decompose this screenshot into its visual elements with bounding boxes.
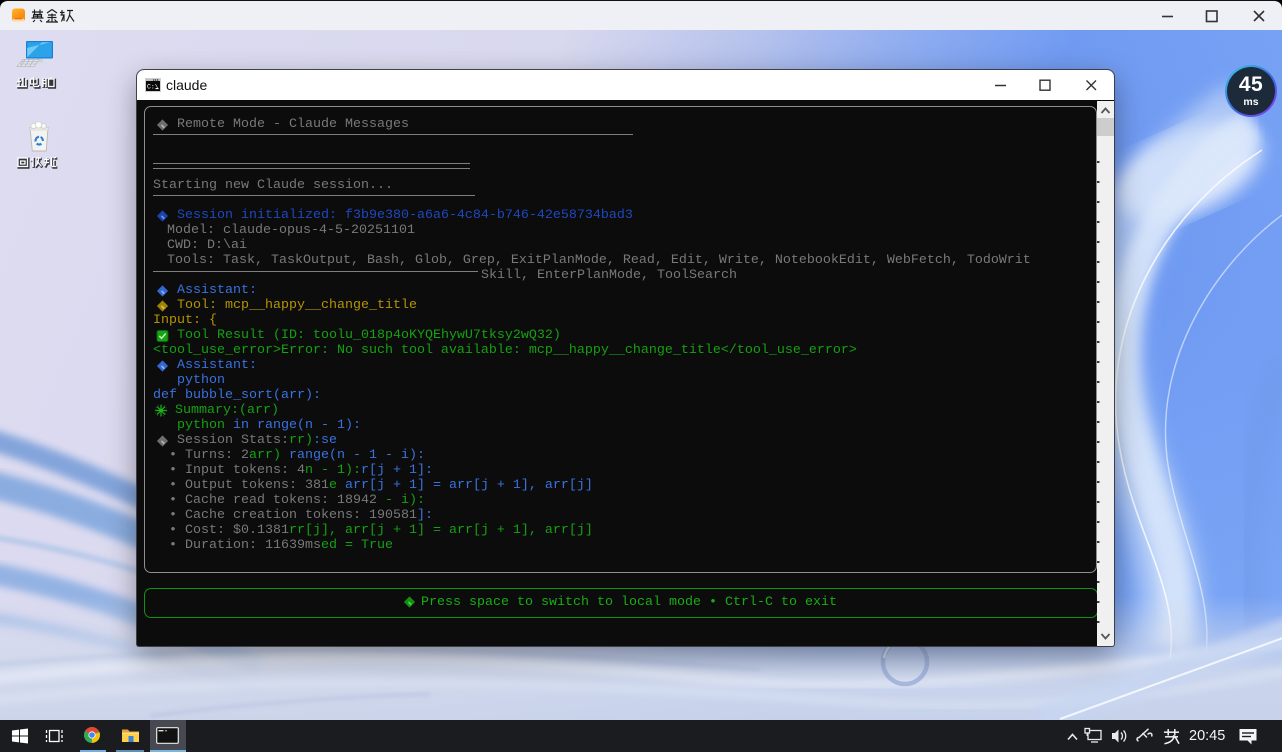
svg-text:C:\: C:\ xyxy=(147,84,159,91)
